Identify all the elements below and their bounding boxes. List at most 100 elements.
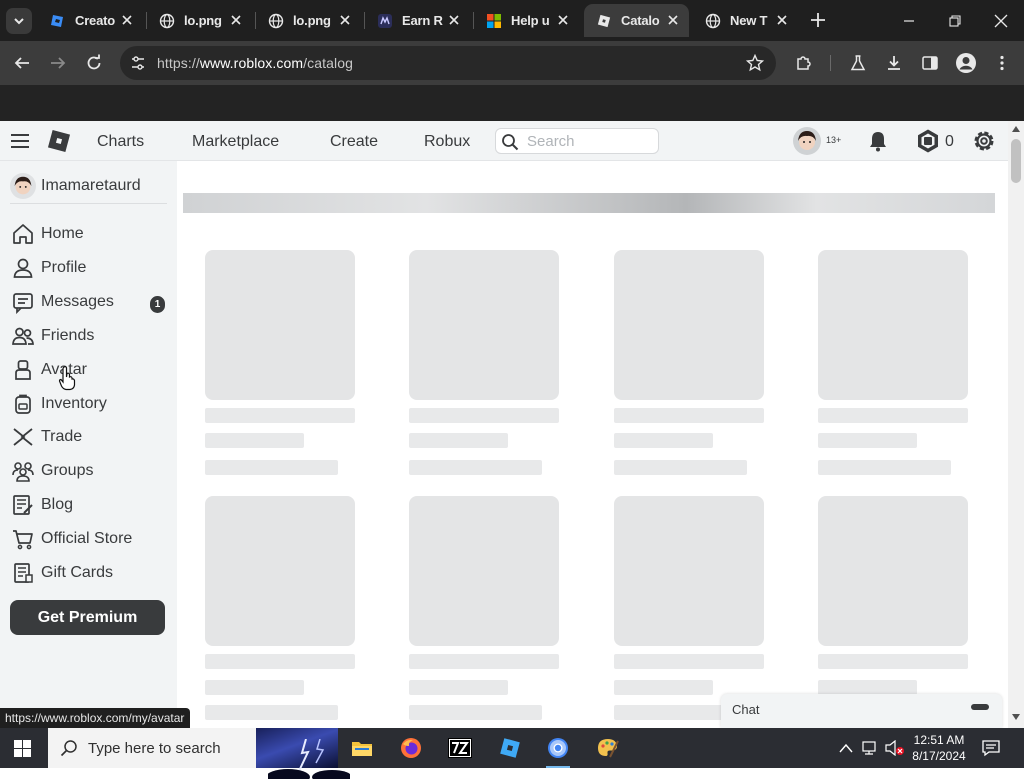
- minimize-button[interactable]: [886, 0, 932, 41]
- volume-muted-icon[interactable]: [885, 740, 905, 756]
- tab-search-button[interactable]: [6, 8, 32, 34]
- taskbar-paint[interactable]: [588, 728, 628, 768]
- sidebar-item-label: Profile: [41, 259, 87, 276]
- nav-charts[interactable]: Charts: [97, 133, 144, 151]
- nav-robux[interactable]: Robux: [424, 133, 470, 151]
- sidebar-item-groups[interactable]: Groups: [10, 457, 170, 485]
- close-icon[interactable]: [448, 14, 460, 26]
- get-premium-button[interactable]: Get Premium: [10, 600, 165, 635]
- page-scrollbar[interactable]: [1008, 121, 1024, 728]
- url-text: https://www.roblox.com/catalog: [157, 55, 353, 71]
- robux-balance[interactable]: 0: [945, 133, 954, 151]
- close-icon[interactable]: [557, 14, 569, 26]
- profile-icon: [13, 258, 33, 278]
- scroll-up-arrow-icon[interactable]: [1012, 126, 1020, 132]
- search-input[interactable]: [527, 132, 652, 151]
- roblox-search-box[interactable]: [495, 128, 659, 154]
- forward-button[interactable]: [46, 51, 70, 75]
- taskbar-7zip[interactable]: [440, 728, 480, 768]
- lightning-illustration-icon: [268, 739, 350, 779]
- more-vertical-icon: [1000, 55, 1004, 71]
- close-icon[interactable]: [121, 14, 133, 26]
- new-tab-plus-icon[interactable]: [808, 10, 828, 30]
- close-icon[interactable]: [667, 14, 679, 26]
- tab-title: Catalo: [621, 13, 660, 28]
- sidebar-item-avatar[interactable]: Avatar: [10, 356, 170, 384]
- taskbar-roblox-studio[interactable]: [490, 728, 530, 768]
- browser-tab[interactable]: Creato: [38, 4, 143, 37]
- browser-tab[interactable]: New T: [693, 4, 798, 37]
- globe-icon: [159, 13, 175, 28]
- back-button[interactable]: [10, 51, 34, 75]
- extensions-button[interactable]: [792, 51, 816, 75]
- close-icon[interactable]: [776, 14, 788, 26]
- browser-tab[interactable]: lo.png: [147, 4, 252, 37]
- browser-tab[interactable]: Earn R: [365, 4, 470, 37]
- gear-icon[interactable]: [971, 128, 997, 154]
- system-clock[interactable]: 12:51 AM 8/17/2024: [910, 732, 968, 764]
- robux-icon[interactable]: [915, 128, 941, 154]
- sidebar-divider: [10, 203, 167, 204]
- profile-button[interactable]: [954, 51, 978, 75]
- item-name-placeholder: [205, 408, 355, 423]
- scroll-down-arrow-icon[interactable]: [1012, 714, 1020, 720]
- item-name-placeholder: [818, 408, 968, 423]
- item-name-placeholder: [818, 654, 968, 669]
- sidebar-user[interactable]: Imamaretaurd: [10, 173, 141, 199]
- close-icon[interactable]: [339, 14, 351, 26]
- sidebar-item-inventory[interactable]: Inventory: [10, 390, 170, 418]
- item-thumbnail-placeholder: [205, 250, 355, 400]
- notification-bell-icon[interactable]: [866, 129, 890, 153]
- bookmark-star-icon[interactable]: [746, 54, 764, 72]
- notification-center-icon[interactable]: [982, 739, 1000, 757]
- close-icon[interactable]: [230, 14, 242, 26]
- sidebar-item-official-store[interactable]: Official Store: [10, 525, 170, 553]
- taskbar-chrome[interactable]: [538, 728, 578, 768]
- sidebar-item-gift-cards[interactable]: Gift Cards: [10, 559, 170, 587]
- taskbar-search-box[interactable]: Type here to search: [48, 728, 350, 779]
- address-bar[interactable]: https://www.roblox.com/catalog: [120, 46, 776, 80]
- browser-tab[interactable]: lo.png: [256, 4, 361, 37]
- loading-shimmer-bar: [183, 193, 995, 213]
- windows-start-icon[interactable]: [14, 740, 31, 757]
- taskbar-firefox[interactable]: [391, 728, 431, 768]
- sidebar-item-home[interactable]: Home: [10, 220, 170, 248]
- sidebar-item-friends[interactable]: Friends: [10, 322, 170, 350]
- nav-create[interactable]: Create: [330, 133, 378, 151]
- item-name-placeholder: [614, 408, 764, 423]
- sidebar-item-trade[interactable]: Trade: [10, 423, 170, 451]
- roblox-logo-icon[interactable]: [45, 127, 73, 155]
- header-avatar[interactable]: [793, 127, 821, 155]
- taskbar-file-explorer[interactable]: [342, 728, 382, 768]
- scrollbar-thumb[interactable]: [1011, 139, 1021, 183]
- item-creator-placeholder: [818, 433, 917, 448]
- close-window-button[interactable]: [978, 0, 1024, 41]
- search-icon: [502, 134, 519, 151]
- tab-title: Creato: [75, 13, 115, 28]
- chrome-icon: [548, 738, 568, 758]
- hand-cursor-icon: [58, 366, 76, 391]
- side-panel-button[interactable]: [918, 51, 942, 75]
- hamburger-menu-icon[interactable]: [10, 132, 30, 150]
- chat-widget[interactable]: Chat: [721, 694, 1002, 728]
- browser-tab-active[interactable]: Catalo: [584, 4, 689, 37]
- sidebar-item-blog[interactable]: Blog: [10, 491, 170, 519]
- search-highlight-image: [256, 728, 350, 779]
- avatar-headshot-icon: [14, 176, 32, 195]
- chat-collapse-icon[interactable]: [971, 704, 989, 710]
- network-icon[interactable]: [862, 740, 880, 756]
- sidebar-item-profile[interactable]: Profile: [10, 254, 170, 282]
- browser-tab[interactable]: Help u: [474, 4, 579, 37]
- item-creator-placeholder: [614, 433, 713, 448]
- item-thumbnail-placeholder: [205, 496, 355, 646]
- restore-button[interactable]: [932, 0, 978, 41]
- flask-icon: [850, 55, 866, 71]
- downloads-button[interactable]: [882, 51, 906, 75]
- browser-menu-button[interactable]: [990, 51, 1014, 75]
- site-settings-icon[interactable]: [130, 55, 146, 71]
- labs-button[interactable]: [846, 51, 870, 75]
- reload-button[interactable]: [82, 51, 106, 75]
- sidebar-item-messages[interactable]: Messages: [10, 288, 170, 316]
- chevron-up-icon[interactable]: [839, 743, 853, 753]
- nav-marketplace[interactable]: Marketplace: [192, 133, 279, 151]
